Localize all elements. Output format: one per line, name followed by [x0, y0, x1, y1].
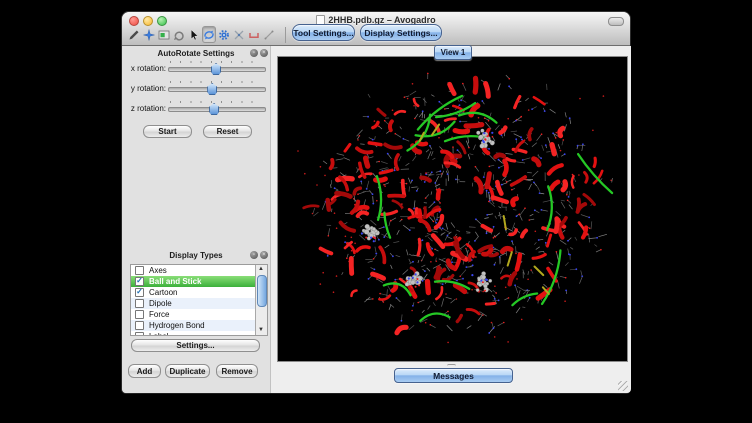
pencil-icon — [128, 29, 140, 41]
autorotate-icon — [203, 29, 215, 41]
auto-optimize-tool-button[interactable] — [217, 26, 231, 43]
display-type-label: Ball and Stick — [149, 277, 201, 286]
viewport-area: View 1 Messages — [270, 46, 631, 393]
z-rotation-label: z rotation: — [122, 104, 166, 113]
checkbox[interactable]: ✓ — [135, 277, 144, 286]
checkbox[interactable] — [135, 332, 144, 336]
selection-tool-button[interactable] — [187, 26, 201, 43]
manipulate-tool-button[interactable] — [172, 26, 186, 43]
draw-tool-button[interactable] — [127, 26, 141, 43]
rotate-arrow-icon — [173, 29, 185, 41]
x-rotation-slider[interactable] — [168, 61, 264, 75]
x-rotation-label: x rotation: — [122, 64, 166, 73]
autorotate-close-button[interactable]: × — [260, 49, 268, 57]
display-type-label: Axes — [149, 266, 167, 275]
display-type-row-dipole[interactable]: Dipole — [131, 298, 267, 309]
navigate-tool-button[interactable] — [142, 26, 156, 43]
z-matrix-tool-button[interactable] — [262, 26, 276, 43]
display-type-row-hydrogen-bond[interactable]: Hydrogen Bond — [131, 320, 267, 331]
display-types-list[interactable]: Axes ✓ Ball and Stick ✓ Cartoon Dipole Force Hy… — [130, 264, 268, 336]
checkbox[interactable] — [135, 310, 144, 319]
y-rotation-slider[interactable] — [168, 81, 264, 95]
display-types-float-button[interactable]: ▫ — [250, 251, 258, 259]
display-type-row-label[interactable]: Label — [131, 331, 267, 336]
measure-tool-button[interactable] — [232, 26, 246, 43]
z-rotation-slider[interactable] — [168, 101, 264, 115]
autorotate-panel-title: AutoRotate Settings — [122, 49, 270, 58]
display-settings-button[interactable]: Display Settings... — [360, 24, 442, 41]
display-types-rows: Axes ✓ Ball and Stick ✓ Cartoon Dipole Force Hy… — [131, 265, 267, 336]
slider-ticks — [170, 61, 262, 63]
list-scrollbar[interactable]: ▲ ▼ — [255, 265, 267, 335]
checkbox[interactable]: ✓ — [135, 288, 144, 297]
checkbox[interactable] — [135, 266, 144, 275]
scrollbar-thumb[interactable] — [257, 275, 267, 307]
display-type-label: Label — [149, 332, 169, 336]
bond-centric-tool-button[interactable] — [157, 26, 171, 43]
toolbar-toggle-pill-button[interactable] — [608, 17, 624, 26]
slider-ticks — [170, 101, 262, 103]
left-dock: AutoRotate Settings ▫ × x rotation: y ro… — [122, 46, 270, 393]
display-type-label: Force — [149, 310, 169, 319]
desktop: { "window": { "title": "2HHB.pdb.gz – Av… — [0, 0, 752, 423]
remove-button[interactable]: Remove — [216, 364, 258, 378]
display-types-panel-title: Display Types — [122, 251, 270, 260]
settings-button[interactable]: Settings... — [131, 339, 260, 352]
align-bracket-icon — [248, 29, 260, 41]
messages-button[interactable]: Messages — [394, 368, 513, 383]
start-button[interactable]: Start — [143, 125, 192, 138]
y-rotation-label: y rotation: — [122, 84, 166, 93]
scroll-up-arrow-icon[interactable]: ▲ — [256, 265, 266, 274]
autorotate-float-button[interactable]: ▫ — [250, 49, 258, 57]
z-rotation-slider-thumb[interactable] — [209, 103, 219, 115]
auto-rotate-tool-button[interactable] — [202, 26, 216, 43]
x-rotation-slider-thumb[interactable] — [211, 63, 221, 75]
hemoglobin-molecule-render — [278, 57, 627, 361]
diagonal-line-icon — [263, 29, 275, 41]
checkbox[interactable] — [135, 299, 144, 308]
resize-grip[interactable] — [618, 381, 628, 391]
checkbox[interactable] — [135, 321, 144, 330]
reset-button[interactable]: Reset — [203, 125, 252, 138]
tool-buttons — [127, 26, 276, 43]
display-type-row-ball-and-stick[interactable]: ✓ Ball and Stick — [131, 276, 267, 287]
gl-viewport[interactable] — [278, 57, 627, 361]
chart-icon — [158, 29, 170, 41]
compass-star-icon — [143, 29, 155, 41]
toolbar-separator — [285, 27, 286, 43]
display-type-row-force[interactable]: Force — [131, 309, 267, 320]
y-rotation-slider-thumb[interactable] — [207, 83, 217, 95]
duplicate-button[interactable]: Duplicate — [165, 364, 210, 378]
measure-cross-icon — [233, 29, 245, 41]
title-bar[interactable]: 2HHB.pdb.gz – Avogadro — [122, 12, 630, 46]
display-type-label: Cartoon — [149, 288, 177, 297]
display-type-row-cartoon[interactable]: ✓ Cartoon — [131, 287, 267, 298]
scroll-down-arrow-icon[interactable]: ▼ — [256, 326, 266, 335]
slider-ticks — [170, 81, 262, 83]
view-tab[interactable]: View 1 — [434, 45, 472, 60]
display-types-close-button[interactable]: × — [260, 251, 268, 259]
tool-settings-button[interactable]: Tool Settings... — [292, 24, 355, 41]
display-type-row-axes[interactable]: Axes — [131, 265, 267, 276]
align-tool-button[interactable] — [247, 26, 261, 43]
display-type-label: Dipole — [149, 299, 172, 308]
add-button[interactable]: Add — [128, 364, 161, 378]
cursor-icon — [188, 29, 200, 41]
gear-icon — [218, 29, 230, 41]
display-type-label: Hydrogen Bond — [149, 321, 205, 330]
avogadro-window: 2HHB.pdb.gz – Avogadro — [122, 12, 630, 393]
